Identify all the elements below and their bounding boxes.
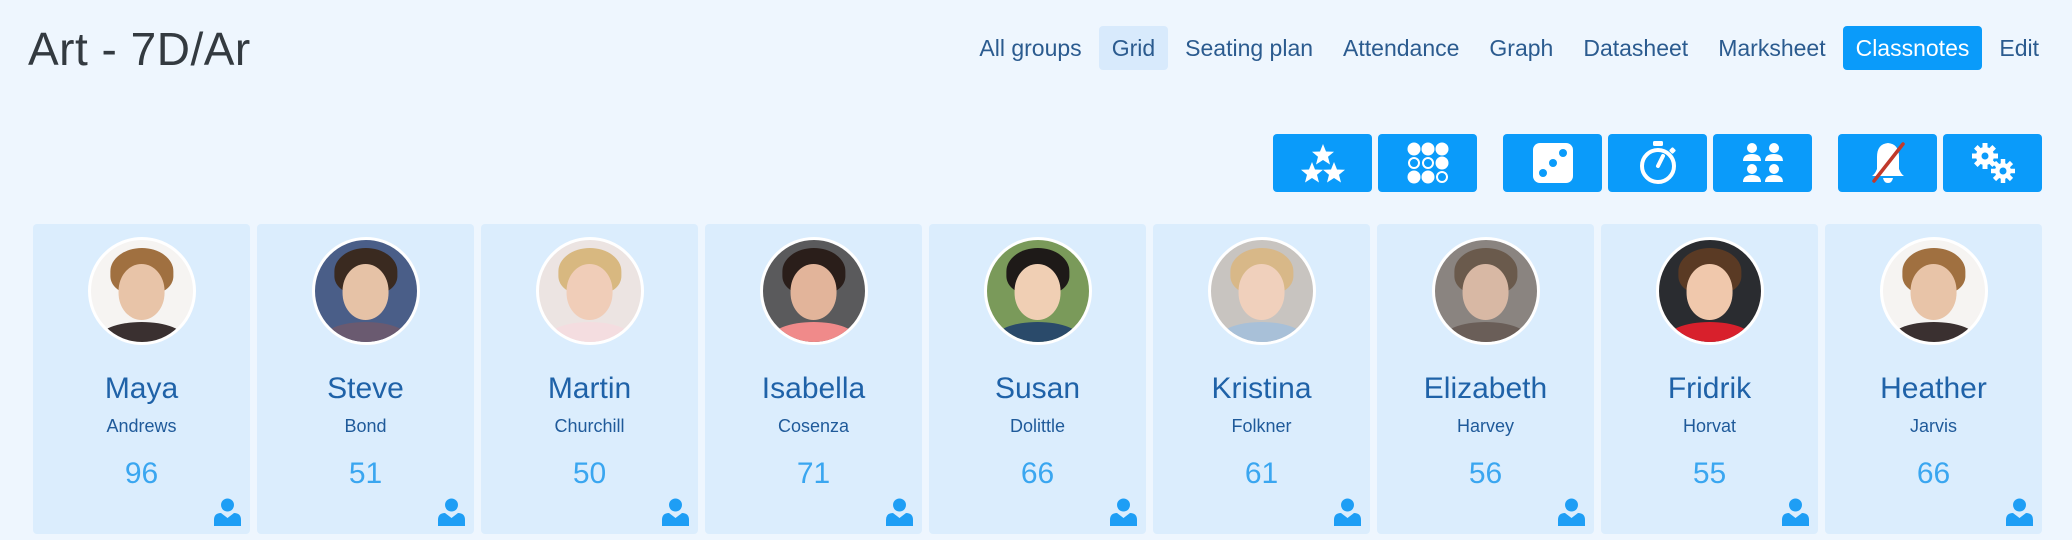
nav-seating-plan[interactable]: Seating plan xyxy=(1172,26,1326,70)
student-first-name: Steve xyxy=(327,372,404,405)
person-icon[interactable] xyxy=(2006,498,2033,526)
avatar xyxy=(1431,237,1540,345)
student-grid: Maya Andrews 96 Steve Bond 51 Martin Chu… xyxy=(33,224,2042,534)
nav-graph[interactable]: Graph xyxy=(1476,26,1566,70)
noise-alert-button[interactable] xyxy=(1838,134,1937,192)
student-score: 96 xyxy=(124,457,159,490)
avatar xyxy=(1207,237,1316,345)
student-first-name: Susan xyxy=(994,372,1081,405)
dice-icon xyxy=(1532,143,1573,183)
student-last-name: Andrews xyxy=(106,416,177,436)
student-score: 50 xyxy=(572,457,607,490)
stopwatch-icon xyxy=(1639,141,1676,184)
settings-button[interactable] xyxy=(1943,134,2042,192)
dots-grid-icon xyxy=(1407,142,1448,184)
avatar xyxy=(983,237,1092,345)
student-score: 55 xyxy=(1692,457,1727,490)
student-last-name: Horvat xyxy=(1682,416,1736,436)
student-score: 71 xyxy=(796,457,831,490)
student-score: 66 xyxy=(1916,457,1951,490)
avatar xyxy=(1879,237,1988,345)
person-icon[interactable] xyxy=(1110,498,1137,526)
student-last-name: Folkner xyxy=(1231,416,1292,436)
student-last-name: Jarvis xyxy=(1909,416,1957,436)
person-icon[interactable] xyxy=(1558,498,1585,526)
page-title: Art - 7D/Ar xyxy=(28,23,251,75)
nav-marksheet[interactable]: Marksheet xyxy=(1705,26,1838,70)
student-first-name: Kristina xyxy=(1211,372,1312,405)
student-last-name: Dolittle xyxy=(1009,416,1066,436)
view-nav: All groups Grid Seating plan Attendance … xyxy=(966,26,2052,70)
gears-icon xyxy=(1971,143,2015,183)
dice-button[interactable] xyxy=(1503,134,1602,192)
student-score: 51 xyxy=(348,457,383,490)
student-score: 56 xyxy=(1468,457,1503,490)
avatar xyxy=(311,237,420,345)
student-last-name: Harvey xyxy=(1456,416,1514,436)
person-icon[interactable] xyxy=(438,498,465,526)
toolbar xyxy=(0,134,2072,192)
student-card[interactable]: Susan Dolittle 66 xyxy=(929,224,1146,534)
avatar xyxy=(87,237,196,345)
nav-edit[interactable]: Edit xyxy=(1986,26,2052,70)
student-card[interactable]: Maya Andrews 96 xyxy=(33,224,250,534)
student-first-name: Maya xyxy=(104,372,179,405)
person-icon[interactable] xyxy=(1334,498,1361,526)
student-last-name: Churchill xyxy=(554,416,625,436)
person-icon[interactable] xyxy=(886,498,913,526)
nav-all-groups[interactable]: All groups xyxy=(966,26,1094,70)
avatar xyxy=(759,237,868,345)
student-last-name: Bond xyxy=(344,416,387,436)
student-card[interactable]: Isabella Cosenza 71 xyxy=(705,224,922,534)
student-last-name: Cosenza xyxy=(777,416,850,436)
timer-button[interactable] xyxy=(1608,134,1707,192)
student-first-name: Isabella xyxy=(761,372,866,405)
student-score: 61 xyxy=(1244,457,1279,490)
student-card[interactable]: Elizabeth Harvey 56 xyxy=(1377,224,1594,534)
student-score: 66 xyxy=(1020,457,1055,490)
nav-datasheet[interactable]: Datasheet xyxy=(1570,26,1701,70)
student-card[interactable]: Kristina Folkner 61 xyxy=(1153,224,1370,534)
avatar xyxy=(1655,237,1764,345)
student-first-name: Elizabeth xyxy=(1423,372,1548,405)
nav-grid[interactable]: Grid xyxy=(1098,26,1169,70)
student-first-name: Martin xyxy=(547,372,632,405)
groups-icon xyxy=(1742,143,1783,182)
student-first-name: Heather xyxy=(1880,372,1987,405)
nav-attendance[interactable]: Attendance xyxy=(1330,26,1472,70)
award-stars-button[interactable] xyxy=(1273,134,1372,192)
nav-classnotes[interactable]: Classnotes xyxy=(1842,26,1983,70)
student-first-name: Fridrik xyxy=(1667,372,1752,405)
student-card[interactable]: Martin Churchill 50 xyxy=(481,224,698,534)
student-card[interactable]: Steve Bond 51 xyxy=(257,224,474,534)
student-card[interactable]: Heather Jarvis 66 xyxy=(1825,224,2042,534)
person-icon[interactable] xyxy=(1782,498,1809,526)
student-card[interactable]: Fridrik Horvat 55 xyxy=(1601,224,1818,534)
group-maker-button[interactable] xyxy=(1713,134,1812,192)
random-grid-button[interactable] xyxy=(1378,134,1477,192)
avatar xyxy=(535,237,644,345)
stars-icon xyxy=(1300,144,1345,183)
bell-muted-icon xyxy=(1871,142,1905,183)
person-icon[interactable] xyxy=(214,498,241,526)
person-icon[interactable] xyxy=(662,498,689,526)
